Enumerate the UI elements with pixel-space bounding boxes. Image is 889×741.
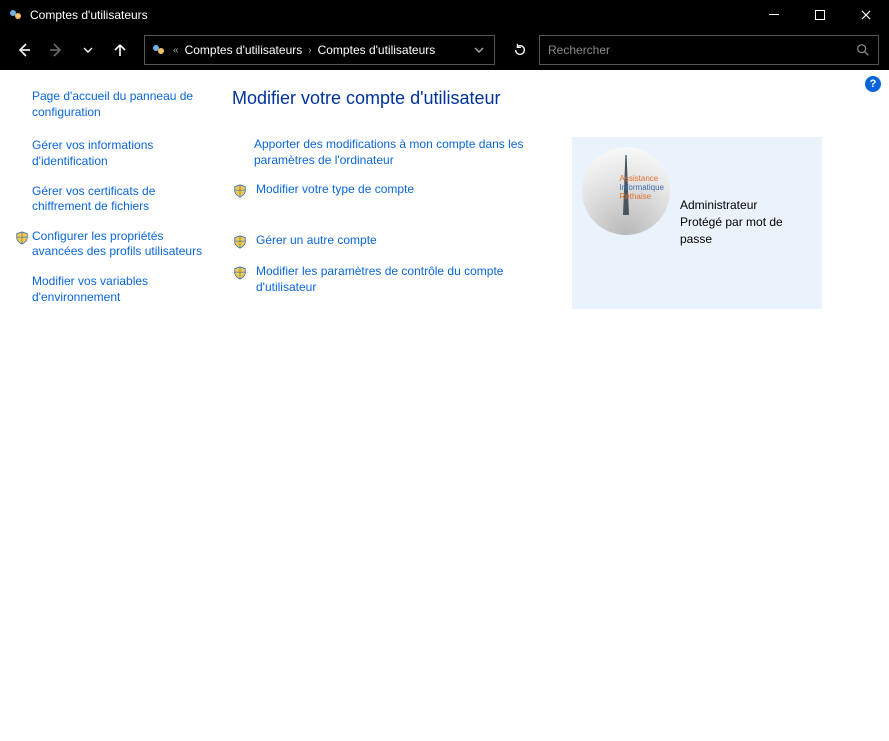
help-button[interactable]: ? bbox=[865, 76, 881, 92]
window-app-icon bbox=[8, 7, 24, 23]
avatar-logo: Assistance Informatique Réthaise bbox=[620, 175, 664, 201]
nav-back-button[interactable] bbox=[10, 36, 38, 64]
sidebar-item-label: Gérer vos certificats de chiffrement de … bbox=[32, 184, 206, 215]
nav-up-button[interactable] bbox=[106, 36, 134, 64]
avatar: Assistance Informatique Réthaise bbox=[582, 147, 670, 235]
refresh-button[interactable] bbox=[505, 35, 535, 65]
task-label: Gérer un autre compte bbox=[256, 233, 377, 249]
close-button[interactable] bbox=[843, 0, 889, 30]
task-list: Apporter des modifications à mon compte … bbox=[232, 137, 542, 309]
sidebar-item-label: Gérer vos informations d'identification bbox=[32, 138, 206, 169]
logo-line: Réthaise bbox=[620, 193, 664, 202]
search-input[interactable] bbox=[548, 43, 856, 57]
shield-icon bbox=[232, 183, 248, 199]
chevron-right-icon: › bbox=[308, 45, 311, 56]
sidebar-item-label: Configurer les propriétés avancées des p… bbox=[32, 229, 206, 260]
task-label: Modifier votre type de compte bbox=[256, 182, 414, 198]
navbar: « Comptes d'utilisateurs › Comptes d'uti… bbox=[0, 30, 889, 70]
content-area: ? Page d'accueil du panneau de configura… bbox=[0, 70, 889, 741]
task-uac-settings[interactable]: Modifier les paramètres de contrôle du c… bbox=[232, 264, 542, 295]
shield-icon bbox=[14, 230, 30, 246]
sidebar-item-credentials[interactable]: Gérer vos informations d'identification bbox=[12, 134, 212, 179]
sidebar-item-label: Modifier vos variables d'environnement bbox=[32, 274, 206, 305]
window-controls bbox=[751, 0, 889, 30]
titlebar: Comptes d'utilisateurs bbox=[0, 0, 889, 30]
maximize-button[interactable] bbox=[797, 0, 843, 30]
main-panel: Modifier votre compte d'utilisateur Appo… bbox=[212, 88, 871, 723]
page-heading: Modifier votre compte d'utilisateur bbox=[232, 88, 871, 109]
task-manage-other-account[interactable]: Gérer un autre compte bbox=[232, 233, 542, 250]
account-info: Administrateur Protégé par mot de passe bbox=[680, 147, 812, 247]
address-bar-icon bbox=[151, 42, 167, 58]
sidebar-home-link-label: Page d'accueil du panneau de configurati… bbox=[32, 89, 193, 119]
breadcrumb-prefix: « bbox=[173, 45, 179, 56]
nav-recent-dropdown[interactable] bbox=[74, 36, 102, 64]
nav-forward-button[interactable] bbox=[42, 36, 70, 64]
sidebar: Page d'accueil du panneau de configurati… bbox=[12, 88, 212, 723]
minimize-button[interactable] bbox=[751, 0, 797, 30]
task-change-account-type[interactable]: Modifier votre type de compte bbox=[232, 182, 542, 199]
sidebar-item-advanced-profiles[interactable]: Configurer les propriétés avancées des p… bbox=[12, 225, 212, 270]
task-label: Modifier les paramètres de contrôle du c… bbox=[256, 264, 542, 295]
address-bar[interactable]: « Comptes d'utilisateurs › Comptes d'uti… bbox=[144, 35, 495, 65]
sidebar-home-link[interactable]: Page d'accueil du panneau de configurati… bbox=[12, 88, 212, 134]
search-box[interactable] bbox=[539, 35, 879, 65]
shield-icon bbox=[232, 234, 248, 250]
search-icon[interactable] bbox=[856, 43, 870, 57]
breadcrumb-segment[interactable]: Comptes d'utilisateurs bbox=[318, 43, 436, 57]
sidebar-item-env-vars[interactable]: Modifier vos variables d'environnement bbox=[12, 270, 212, 315]
shield-icon bbox=[232, 265, 248, 281]
account-protection: Protégé par mot de passe bbox=[680, 214, 812, 248]
task-change-account-settings[interactable]: Apporter des modifications à mon compte … bbox=[232, 137, 542, 168]
account-card: Assistance Informatique Réthaise Adminis… bbox=[572, 137, 822, 309]
sidebar-item-certificates[interactable]: Gérer vos certificats de chiffrement de … bbox=[12, 180, 212, 225]
breadcrumb-segment[interactable]: Comptes d'utilisateurs bbox=[185, 43, 303, 57]
account-role: Administrateur bbox=[680, 197, 812, 214]
window-title: Comptes d'utilisateurs bbox=[30, 8, 751, 22]
address-history-dropdown[interactable] bbox=[470, 45, 488, 55]
task-label: Apporter des modifications à mon compte … bbox=[254, 137, 542, 168]
